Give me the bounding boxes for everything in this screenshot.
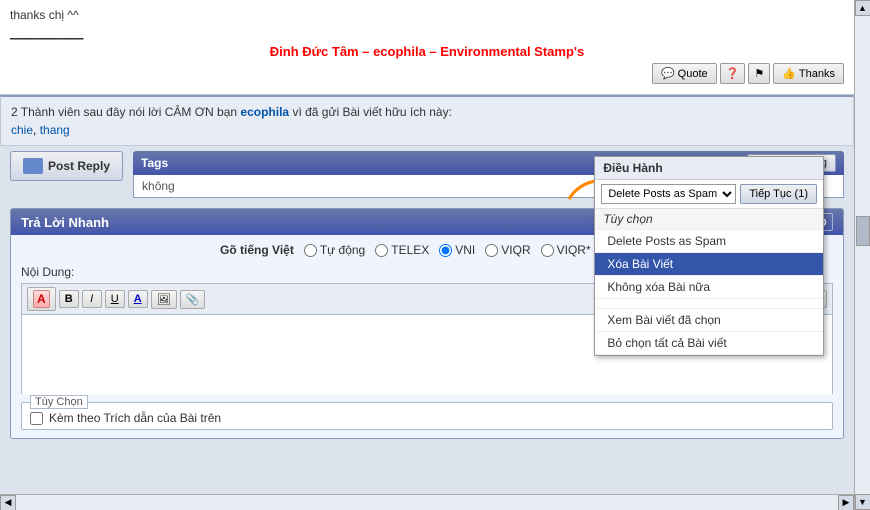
scroll-right-button[interactable]: ▶ <box>838 495 854 510</box>
thanks-header: 2 Thành viên sau đây nói lời CẢM ƠN bạn … <box>11 105 843 119</box>
extra-button-2[interactable]: ⚑ <box>748 63 770 84</box>
tiep-tuc-button[interactable]: Tiếp Tục (1) <box>740 184 817 204</box>
thanks-section: 2 Thành viên sau đây nói lời CẢM ƠN bạn … <box>0 95 854 146</box>
info-icon: ❓ <box>726 68 740 80</box>
dropdown-item-2[interactable]: Không xóa Bài nữa <box>595 276 823 299</box>
radio-tu-dong[interactable]: Tự động <box>304 243 365 257</box>
color-a-icon: A <box>33 290 50 308</box>
dropdown-item-1[interactable]: Xóa Bài Viết <box>595 253 823 276</box>
radio-telex-input[interactable] <box>375 244 388 257</box>
radio-viqr-input[interactable] <box>485 244 498 257</box>
dropdown-item-0[interactable]: Delete Posts as Spam <box>595 230 823 253</box>
extra-button-1[interactable]: ❓ <box>720 63 746 84</box>
toolbar-underline-btn[interactable]: U <box>105 290 125 308</box>
toolbar-image-btn[interactable]: 🖼 <box>151 290 177 309</box>
member-chie-link[interactable]: chie <box>11 123 33 137</box>
radio-telex[interactable]: TELEX <box>375 243 429 257</box>
author-line: Đinh Đức Tâm – ecophila – Environmental … <box>10 44 844 59</box>
tuy-chon-legend: Tùy Chọn <box>30 395 88 409</box>
dropdown-select-row: Delete Posts as Spam Tiếp Tục (1) <box>595 180 823 209</box>
main-wrapper: thanks chị ^^ ___________ Đinh Đức Tâm –… <box>0 0 870 510</box>
thanks-icon: 👍 <box>782 67 796 80</box>
include-quote-checkbox[interactable] <box>30 412 43 425</box>
top-section: thanks chị ^^ ___________ Đinh Đức Tâm –… <box>0 0 854 95</box>
toolbar-color-btn[interactable]: A <box>128 290 148 308</box>
radio-tu-dong-input[interactable] <box>304 244 317 257</box>
thanks-text: thanks chị ^^ <box>10 8 844 22</box>
scroll-left-button[interactable]: ◀ <box>0 495 16 510</box>
tuy-chon-options: Tùy Chọn Kèm theo Trích dẫn của Bài trên <box>21 402 833 430</box>
radio-viqr-star[interactable]: VIQR* <box>541 243 591 257</box>
dropdown-header: Điều Hành <box>595 157 823 180</box>
scrollbar-right: ▲ ▼ <box>854 0 870 510</box>
dropdown-item-empty <box>595 299 823 309</box>
quote-button[interactable]: 💬 Quote <box>652 63 717 84</box>
scroll-h-track <box>16 495 838 510</box>
radio-group: Tự động TELEX VNI VIQR <box>304 243 634 257</box>
toolbar-a-btn[interactable]: A <box>27 287 56 311</box>
reply-icon <box>23 158 43 174</box>
color-font-icon: A <box>134 293 142 305</box>
dropdown-menu: Điều Hành Delete Posts as Spam Tiếp Tục … <box>594 156 824 356</box>
radio-vni-input[interactable] <box>439 244 452 257</box>
scroll-down-button[interactable]: ▼ <box>855 494 870 510</box>
toolbar-attach-btn[interactable]: 📎 <box>180 290 206 309</box>
attach-icon: 📎 <box>186 294 200 306</box>
member-links: chie, thang <box>11 123 843 137</box>
scroll-track <box>855 16 870 494</box>
underline-text: ___________ <box>10 26 844 40</box>
action-select[interactable]: Delete Posts as Spam <box>601 184 736 204</box>
toolbar-italic-btn[interactable]: I <box>82 290 102 308</box>
ecophila-link[interactable]: ecophila <box>240 105 289 119</box>
toolbar-bold-btn[interactable]: B <box>59 290 79 308</box>
post-reply-button[interactable]: Post Reply <box>10 151 123 181</box>
thanks-button[interactable]: 👍 Thanks <box>773 63 844 84</box>
flag-icon: ⚑ <box>754 68 764 80</box>
content-area: thanks chị ^^ ___________ Đinh Đức Tâm –… <box>0 0 854 494</box>
radio-vni[interactable]: VNI <box>439 243 475 257</box>
tuy-chon-header: Tùy chọn <box>595 209 823 230</box>
go-tieng-viet-label: Gõ tiếng Việt <box>220 243 294 257</box>
quote-icon: 💬 <box>661 67 675 80</box>
radio-viqr-star-input[interactable] <box>541 244 554 257</box>
scroll-thumb[interactable] <box>856 216 870 246</box>
scroll-up-button[interactable]: ▲ <box>855 0 870 16</box>
action-buttons: 💬 Quote ❓ ⚑ 👍 Thanks <box>10 59 844 86</box>
radio-viqr[interactable]: VIQR <box>485 243 530 257</box>
dropdown-item-5[interactable]: Bỏ chọn tất cả Bài viết <box>595 332 823 355</box>
dropdown-item-4[interactable]: Xem Bài viết đã chọn <box>595 309 823 332</box>
scrollbar-bottom: ◀ ▶ <box>0 494 854 510</box>
tuy-chon-content: Kèm theo Trích dẫn của Bài trên <box>30 411 824 425</box>
image-icon: 🖼 <box>157 294 171 306</box>
action-bar: Post Reply Tags Chỉnh sửa Tag không Điều… <box>0 146 854 203</box>
member-thang-link[interactable]: thang <box>40 123 70 137</box>
